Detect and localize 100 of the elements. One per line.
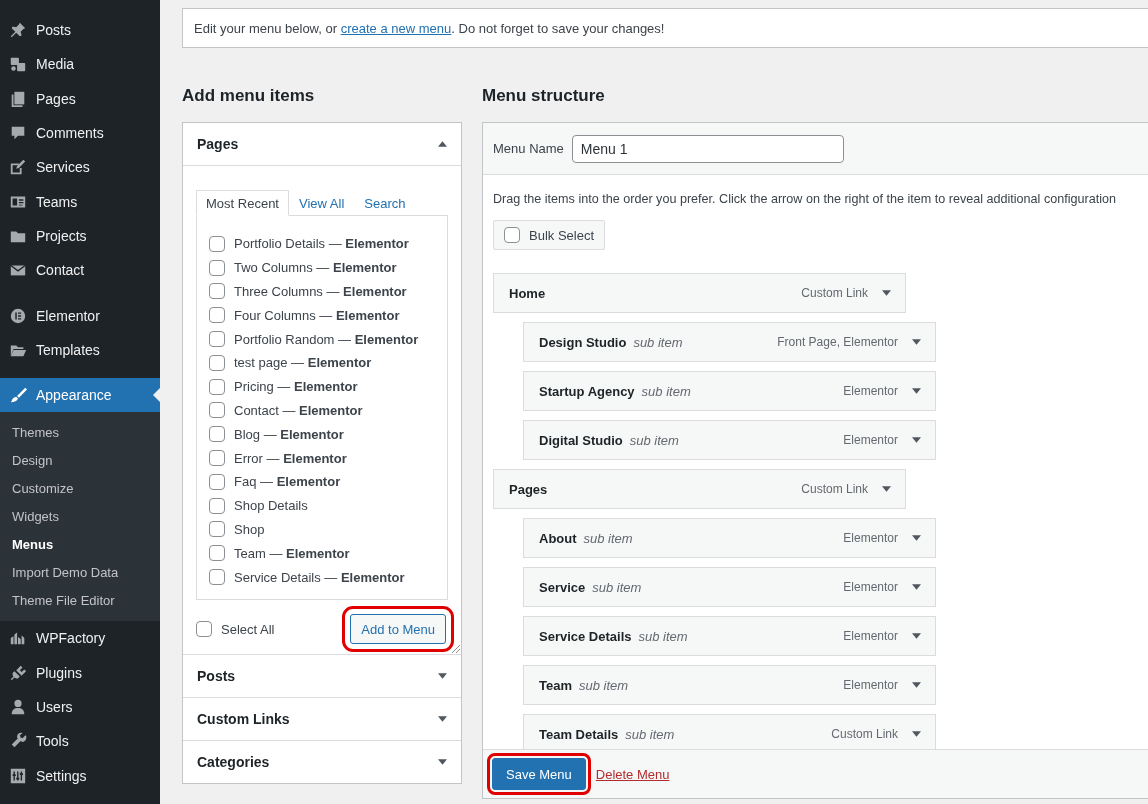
accordion-header[interactable]: Custom Links bbox=[183, 698, 461, 741]
submenu-item[interactable]: Menus bbox=[0, 531, 160, 560]
checkbox[interactable] bbox=[209, 283, 225, 300]
menu-item-bar[interactable]: Design Studio sub item Front Page, Elementor bbox=[523, 322, 936, 362]
expand-arrow-icon[interactable] bbox=[912, 339, 921, 345]
sidebar-item[interactable]: Appearance bbox=[0, 377, 160, 413]
expand-arrow-icon[interactable] bbox=[882, 486, 891, 492]
menu-item-type: Elementor bbox=[843, 384, 898, 398]
expand-arrow-icon[interactable] bbox=[912, 731, 921, 737]
select-all-label: Select All bbox=[221, 621, 275, 637]
page-label: Blog — Elementor bbox=[234, 426, 344, 442]
sidebar-item[interactable]: Elementor bbox=[0, 298, 160, 333]
menu-item-bar[interactable]: Digital Studio sub item Elementor bbox=[523, 420, 936, 460]
sidebar-item[interactable]: Services bbox=[0, 150, 160, 185]
menu-item-bar[interactable]: Home Custom Link bbox=[493, 273, 906, 313]
submenu-item[interactable]: Import Demo Data bbox=[0, 559, 160, 588]
sidebar-item[interactable]: Templates bbox=[0, 332, 160, 367]
checkbox[interactable] bbox=[209, 354, 225, 371]
sidebar-item[interactable]: WPFactory bbox=[0, 621, 160, 656]
accordion-title[interactable]: Pages bbox=[197, 136, 239, 152]
expand-arrow-icon[interactable] bbox=[438, 673, 447, 679]
section-heading: Menu structure bbox=[482, 86, 606, 107]
bulk-select-button[interactable]: Bulk Select bbox=[493, 220, 606, 250]
checkbox[interactable] bbox=[196, 621, 212, 637]
menu-item-bar[interactable]: Service Details sub item Elementor bbox=[523, 616, 936, 656]
sidebar-item[interactable]: Plugins bbox=[0, 655, 160, 690]
checkbox[interactable] bbox=[209, 235, 225, 252]
sidebar-item[interactable]: Projects bbox=[0, 218, 160, 254]
sidebar-item[interactable]: Media bbox=[0, 47, 160, 82]
menu-item-title: Digital Studio bbox=[539, 432, 623, 448]
expand-arrow-icon[interactable] bbox=[882, 290, 891, 296]
accordion-header[interactable]: Categories bbox=[183, 741, 461, 783]
menu-item-bar[interactable]: Startup Agency sub item Elementor bbox=[523, 371, 936, 411]
checkbox[interactable] bbox=[209, 426, 225, 443]
menu-item-title: Design Studio bbox=[539, 334, 627, 350]
page-label: Contact — Elementor bbox=[234, 402, 363, 418]
sidebar-item[interactable]: Contact bbox=[0, 253, 160, 288]
menu-item-bar[interactable]: Pages Custom Link bbox=[493, 469, 906, 509]
checkbox[interactable] bbox=[209, 473, 225, 490]
menu-name-field[interactable]: Menu 1 bbox=[571, 134, 844, 163]
resize-handle-icon[interactable] bbox=[452, 645, 460, 653]
sidebar-item[interactable]: Comments bbox=[0, 115, 160, 151]
checkbox[interactable] bbox=[209, 259, 225, 276]
menu-item-title: Startup Agency bbox=[539, 383, 635, 399]
sidebar-item[interactable]: Posts bbox=[0, 13, 160, 48]
delete-menu-link[interactable]: Delete Menu bbox=[595, 766, 670, 782]
expand-arrow-icon[interactable] bbox=[438, 759, 447, 765]
checkbox[interactable] bbox=[209, 569, 225, 586]
sidebar-item[interactable]: Settings bbox=[0, 758, 160, 793]
expand-arrow-icon[interactable] bbox=[912, 388, 921, 394]
tab[interactable]: Search bbox=[354, 190, 416, 216]
menu-item-bar[interactable]: Team sub item Elementor bbox=[523, 665, 936, 705]
menu-item-type: Front Page, Elementor bbox=[777, 335, 898, 349]
menu-item-note: sub item bbox=[625, 726, 675, 742]
expand-arrow-icon[interactable] bbox=[912, 682, 921, 688]
submenu-item[interactable]: Widgets bbox=[0, 503, 160, 532]
accordion-title[interactable]: Posts bbox=[197, 668, 236, 684]
section-heading: Add menu items bbox=[182, 86, 316, 107]
page-label: Team — Elementor bbox=[234, 545, 350, 561]
menu-item-bar[interactable]: Team Details sub item Custom Link bbox=[523, 714, 936, 749]
sliders-icon bbox=[9, 766, 27, 785]
menu-item-title: Service Details bbox=[539, 628, 632, 644]
sidebar-item[interactable]: Tools bbox=[0, 724, 160, 759]
checkbox[interactable] bbox=[209, 450, 225, 467]
expand-arrow-icon[interactable] bbox=[912, 584, 921, 590]
menu-item-note: sub item bbox=[629, 432, 679, 448]
tab[interactable]: Most Recent bbox=[196, 190, 289, 216]
submenu-item[interactable]: Theme File Editor bbox=[0, 587, 160, 616]
checkbox[interactable] bbox=[504, 227, 520, 243]
checkbox[interactable] bbox=[209, 307, 225, 324]
checkbox[interactable] bbox=[209, 521, 225, 538]
menu-item-type: Custom Link bbox=[801, 286, 868, 300]
submenu-item[interactable]: Customize bbox=[0, 475, 160, 504]
checkbox[interactable] bbox=[209, 331, 225, 348]
expand-arrow-icon[interactable] bbox=[438, 716, 447, 722]
menu-item-type: Elementor bbox=[843, 629, 898, 643]
page-label: Shop bbox=[234, 521, 265, 537]
menu-item-bar[interactable]: About sub item Elementor bbox=[523, 518, 936, 558]
pages-icon bbox=[9, 89, 27, 108]
collapse-arrow-icon[interactable] bbox=[438, 141, 447, 147]
accordion-title[interactable]: Categories bbox=[197, 754, 270, 770]
sidebar-item[interactable]: Teams bbox=[0, 184, 160, 219]
checkbox[interactable] bbox=[209, 402, 225, 419]
accordion-header[interactable]: Posts bbox=[183, 655, 461, 698]
submenu-item[interactable]: Design bbox=[0, 447, 160, 476]
expand-arrow-icon[interactable] bbox=[912, 437, 921, 443]
circle-logo-icon bbox=[9, 306, 27, 325]
submenu-item[interactable]: Themes bbox=[0, 419, 160, 448]
sidebar-item[interactable]: Pages bbox=[0, 81, 160, 116]
expand-arrow-icon[interactable] bbox=[912, 633, 921, 639]
checkbox[interactable] bbox=[209, 378, 225, 395]
checkbox[interactable] bbox=[209, 545, 225, 562]
sidebar-item[interactable]: Users bbox=[0, 689, 160, 725]
expand-arrow-icon[interactable] bbox=[912, 535, 921, 541]
checkbox[interactable] bbox=[209, 497, 225, 514]
menu-item-bar[interactable]: Service sub item Elementor bbox=[523, 567, 936, 607]
tab[interactable]: View All bbox=[289, 190, 355, 216]
menu-item-type: Elementor bbox=[843, 678, 898, 692]
accordion-title[interactable]: Custom Links bbox=[197, 711, 290, 727]
accordion-header[interactable]: Pages bbox=[183, 123, 461, 166]
